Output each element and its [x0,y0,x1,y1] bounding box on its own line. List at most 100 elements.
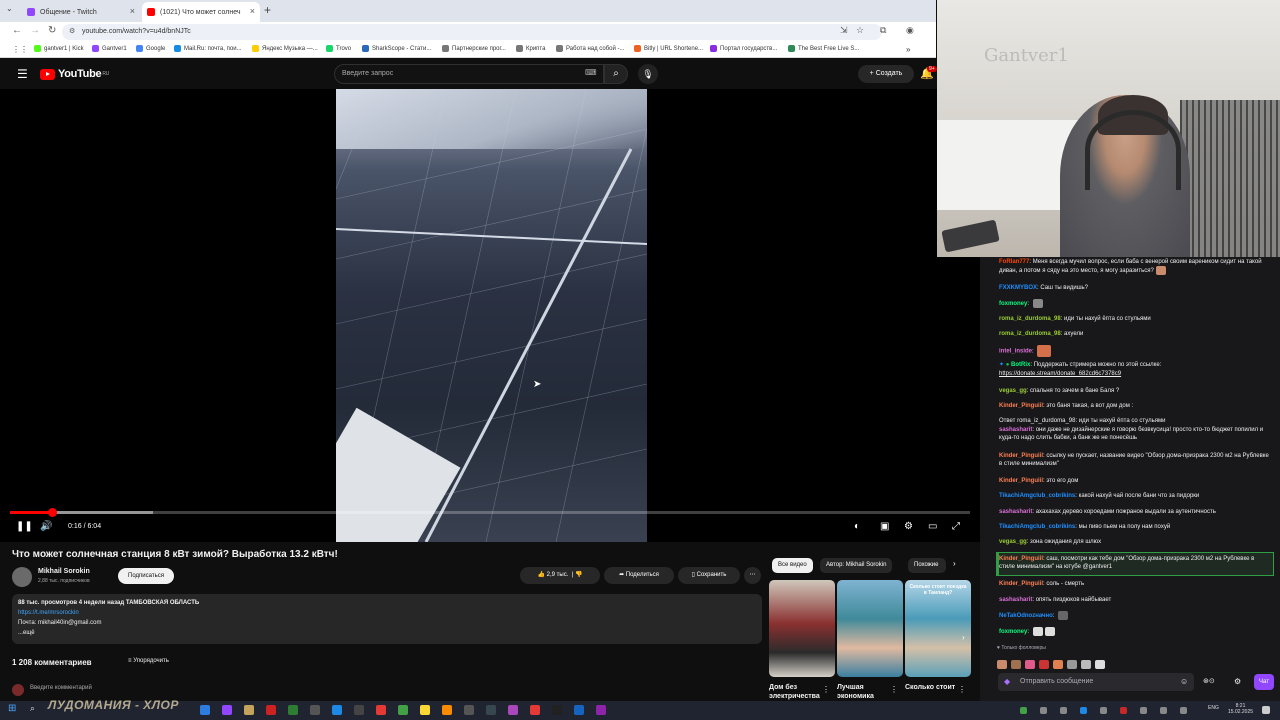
emote-icon[interactable] [1067,660,1077,669]
donation-link[interactable]: https://donate.stream/donate_682cd6c7378… [999,370,1271,378]
bookmark-star-icon[interactable]: ☆ [856,25,864,36]
keyboard-language[interactable]: ENG [1208,705,1219,711]
tray-icon[interactable] [1120,707,1127,714]
more-vert-icon[interactable]: ⋮ [890,685,898,694]
chat-send-button[interactable]: Чат [1254,674,1274,690]
bookmark-item[interactable]: Mail.Ru: почта, пои... [174,45,242,52]
bookmark-item[interactable]: Партнерские прог... [442,45,506,52]
more-vert-icon[interactable]: ⋮ [822,685,830,694]
tray-icon[interactable] [1080,707,1087,714]
channel-name[interactable]: Mikhail Sorokin [38,568,90,575]
chat-settings-gear-icon[interactable]: ⚙ [1234,677,1241,686]
close-tab-icon[interactable]: × [250,6,255,16]
video-player[interactable]: ➤ ❚❚ 🔊 0:16 / 6:04 ◐ ▣ ⚙ ▭ ⤢ [0,89,980,542]
taskbar-app-icon[interactable] [288,705,298,715]
bits-icon[interactable]: ◆ [1004,677,1010,686]
taskbar-app-icon[interactable] [596,705,606,715]
more-actions-button[interactable]: ⋯ [744,567,761,584]
dislike-button[interactable]: 👎 [575,572,582,578]
share-button[interactable]: ➦ Поделиться [604,567,674,584]
emote-icon[interactable] [1081,660,1091,669]
back-icon[interactable]: ← [12,25,22,36]
taskbar-app-icon[interactable] [310,705,320,715]
keyboard-icon[interactable]: ⌨ [585,68,597,77]
fullscreen-icon[interactable]: ⤢ [952,521,960,532]
tray-icon[interactable] [1140,707,1147,714]
video-frame-solar-panels[interactable] [336,89,647,542]
bookmark-item[interactable]: Яндекс Музыка —... [252,45,318,52]
new-tab-button[interactable]: + [264,3,271,17]
profile-icon[interactable]: ◉ [906,25,914,36]
browser-tab-youtube[interactable]: (1021) Что может солнеч × [142,2,260,22]
subtitles-icon[interactable]: ▣ [880,521,889,532]
bookmark-item[interactable]: gantver1 | Kick [34,45,84,52]
volume-icon[interactable]: 🔊 [40,521,52,532]
reload-icon[interactable]: ↻ [48,25,56,36]
edge-browser-icon[interactable] [200,705,210,715]
taskbar-app-icon[interactable] [442,705,452,715]
chip-all-videos[interactable]: Все видео [772,558,813,573]
extensions-icon[interactable]: ⧉ [880,25,886,36]
close-tab-icon[interactable]: × [130,6,135,16]
more-vert-icon[interactable]: ⋮ [958,685,966,694]
install-app-icon[interactable]: ⇲ [840,25,848,36]
emote-icon[interactable] [1011,660,1021,669]
taskbar-app-icon[interactable] [574,705,584,715]
related-video-thumbnail[interactable] [769,580,835,677]
more-bookmarks-icon[interactable]: » [906,45,910,54]
bookmark-item[interactable]: Портал государств... [710,45,777,52]
related-video-title[interactable]: Сколько стоит [905,683,957,701]
like-button[interactable]: 👍 2,9 тыс. [538,572,569,578]
browser-tab-twitch[interactable]: Общение - Twitch × [22,2,140,22]
emote-picker-icon[interactable]: ☺ [1180,677,1188,686]
taskbar-app-icon[interactable] [354,705,364,715]
tray-icon[interactable] [1100,707,1107,714]
address-bar[interactable]: ⚙ youtube.com/watch?v=u4d/bnNJTc [62,24,882,40]
chevron-right-icon[interactable]: › [953,559,956,568]
channel-avatar[interactable] [12,567,32,587]
emote-icon[interactable] [1025,660,1035,669]
chevron-right-icon[interactable]: › [962,633,965,642]
bookmark-item[interactable]: Gantver1 [92,45,127,52]
tray-icon[interactable] [1160,707,1167,714]
emote-icon[interactable] [1095,660,1105,669]
taskbar-clock[interactable]: 8:21 15.02.2025 [1228,703,1253,715]
emote-icon[interactable] [1039,660,1049,669]
related-video-title[interactable]: Дом без электричества [769,683,821,701]
comment-input[interactable]: Введите комментарий [30,685,92,691]
tab-search-icon[interactable]: ⌄ [6,4,13,13]
taskbar-app-icon[interactable] [486,705,496,715]
reply-reference[interactable]: Ответ roma_iz_durdoma_98: иди ты нахуй ё… [999,417,1271,425]
related-video-title[interactable]: Лучшая экономика [837,683,889,701]
chip-author[interactable]: Автор: Mikhail Sorokin [820,558,893,573]
youtube-logo[interactable]: YouTube RU [40,68,109,80]
forward-icon[interactable]: → [30,25,40,36]
apps-grid-icon[interactable]: ⋮⋮ [12,45,28,54]
windows-start-icon[interactable]: ⊞ [8,703,16,714]
tray-icon[interactable] [1020,707,1027,714]
show-more-link[interactable]: ...ещё [18,628,756,638]
tray-icon[interactable] [1060,707,1067,714]
menu-icon[interactable]: ☰ [17,67,28,81]
taskbar-app-icon[interactable] [508,705,518,715]
taskbar-app-icon[interactable] [332,705,342,715]
bookmark-item[interactable]: Крипта [516,45,545,52]
theater-mode-icon[interactable]: ▭ [928,521,937,532]
subscribe-button[interactable]: Подписаться [118,568,174,584]
bookmark-item[interactable]: SharkScope - Стати... [362,45,431,52]
bookmark-item[interactable]: Bitly | URL Shortene... [634,45,703,52]
voice-search-button[interactable]: 🎙 [638,64,658,84]
taskbar-app-icon[interactable] [552,705,562,715]
taskbar-app-icon[interactable] [420,705,430,715]
tray-icon[interactable] [1040,707,1047,714]
taskbar-app-icon[interactable] [398,705,408,715]
video-description[interactable]: 88 тыс. просмотров 4 недели назад ТАМБОВ… [12,594,762,644]
chrome-icon[interactable] [376,705,386,715]
settings-gear-icon[interactable]: ⚙ [904,521,913,532]
chat-message-input[interactable]: Отправить сообщение [998,673,1194,691]
bookmark-item[interactable]: Работа над собой -... [556,45,624,52]
tray-icon[interactable] [1180,707,1187,714]
telegram-link[interactable]: https://t.me/mrsorockin [18,608,756,618]
taskbar-app-icon[interactable] [530,705,540,715]
taskbar-app-icon[interactable] [266,705,276,715]
